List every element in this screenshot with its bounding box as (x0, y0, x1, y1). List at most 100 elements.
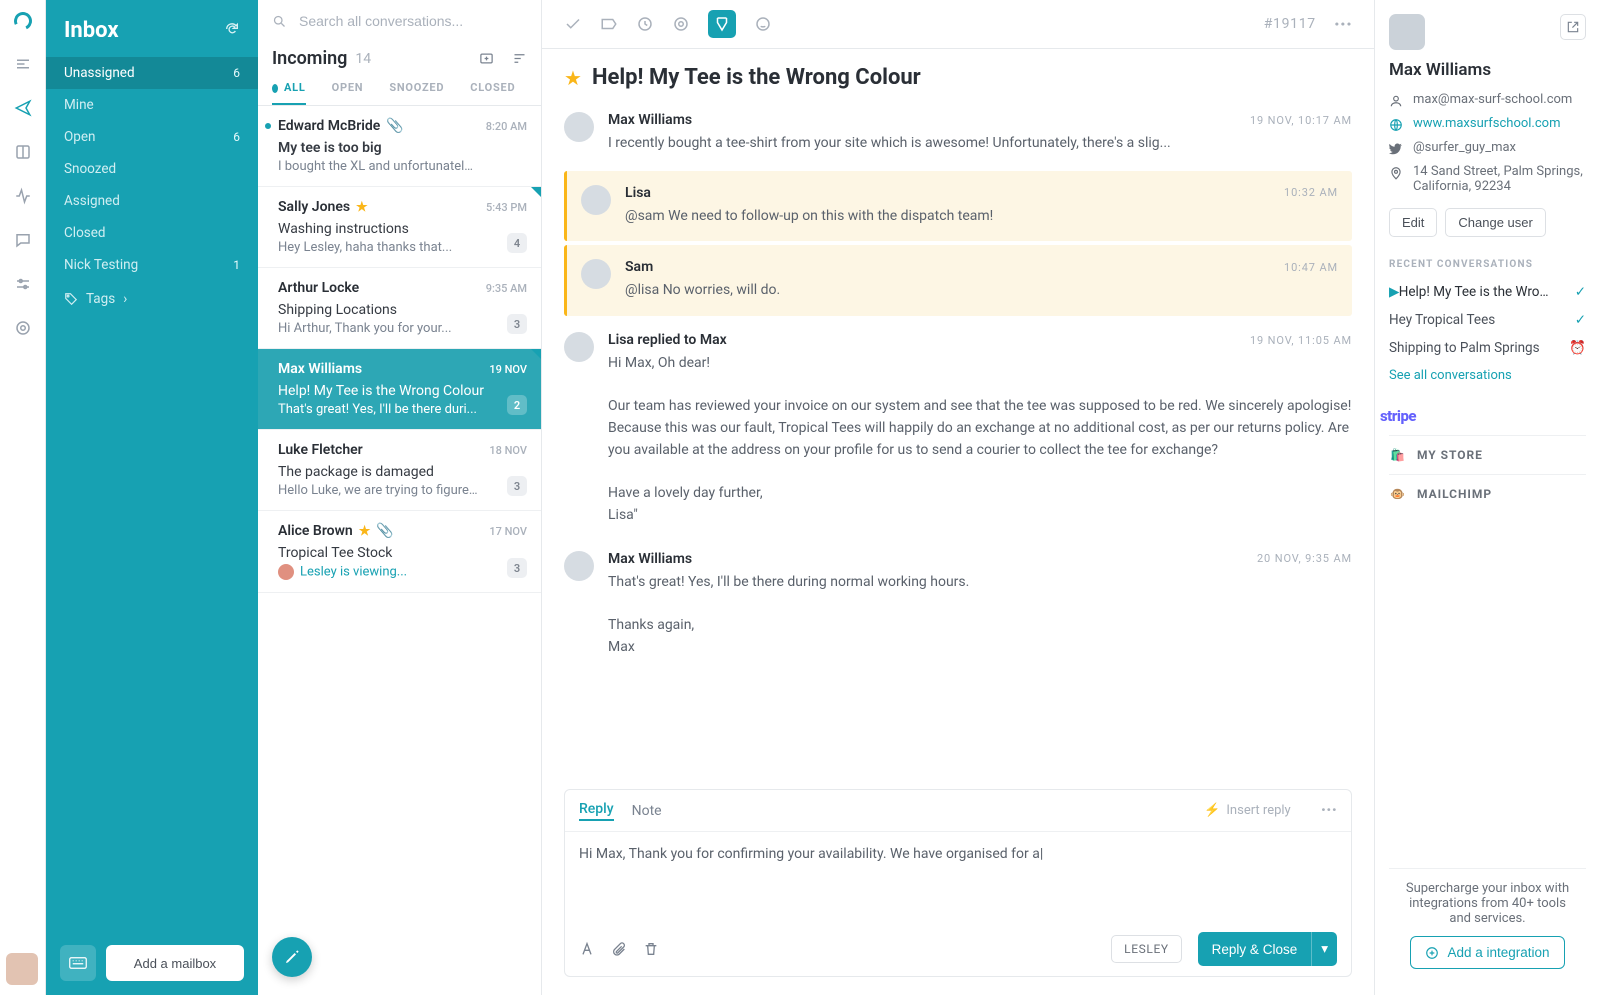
integration-row[interactable]: 🛍️MY STORE (1389, 435, 1586, 474)
reply-count-badge: 2 (507, 395, 527, 415)
current-user-avatar[interactable] (6, 953, 38, 985)
clip-icon: 📎 (386, 118, 403, 134)
reply-textarea[interactable]: Hi Max, Thank you for confirming your av… (565, 832, 1351, 922)
sidebar-folder[interactable]: Unassigned6 (46, 57, 258, 89)
list-tab[interactable]: CLOSED (470, 81, 515, 105)
customer-site-row[interactable]: www.maxsurfschool.com (1389, 112, 1586, 136)
reply-box: Reply Note ⚡ Insert reply ··· Hi Max, Th… (564, 789, 1352, 977)
sidebar-folder[interactable]: Mine (46, 89, 258, 121)
pin-icon (1389, 166, 1403, 180)
star-icon: ★ (359, 524, 371, 539)
reply-count-badge: 4 (507, 233, 527, 253)
activity-icon[interactable] (13, 186, 33, 206)
unread-dot (265, 123, 271, 129)
integration-row[interactable]: stripe (1389, 397, 1586, 435)
trash-icon[interactable] (643, 941, 659, 957)
send-icon[interactable] (13, 98, 33, 118)
sort-icon[interactable] (512, 51, 527, 66)
list-tabs: ALL OPEN SNOOZED CLOSED (258, 69, 541, 106)
sidebar-folder[interactable]: Open6 (46, 121, 258, 153)
eye-icon[interactable] (672, 15, 690, 33)
conversation-item[interactable]: Arthur Locke9:35 AMShipping LocationsHi … (258, 268, 541, 349)
reply-count-badge: 3 (507, 314, 527, 334)
book-icon[interactable] (13, 142, 33, 162)
reply-tab[interactable]: Reply (579, 801, 614, 821)
reply-count-badge: 3 (507, 476, 527, 496)
app-rail (0, 0, 46, 995)
twitter-icon (1389, 142, 1403, 156)
mailchimp-logo: 🐵 (1389, 485, 1407, 503)
sidebar-folder[interactable]: Closed (46, 217, 258, 249)
recent-conversation[interactable]: Hey Tropical Tees✓ (1389, 306, 1586, 334)
globe-icon (1389, 118, 1403, 132)
more-icon[interactable]: ··· (1334, 12, 1352, 36)
customer-twitter-row[interactable]: @surfer_guy_max (1389, 136, 1586, 160)
recent-conversation[interactable]: ▶ Help! My Tee is the Wron...✓ (1389, 278, 1586, 306)
sidebar-folder[interactable]: Snoozed (46, 153, 258, 185)
edit-customer-button[interactable]: Edit (1389, 208, 1437, 237)
emoji-icon[interactable] (754, 15, 772, 33)
user-icon (1389, 94, 1403, 108)
clip-icon: 📎 (376, 523, 393, 539)
label-icon[interactable] (600, 15, 618, 33)
add-mailbox-button[interactable]: Add a mailbox (106, 945, 244, 981)
tags-row[interactable]: Tags › (46, 281, 258, 317)
play-icon: ▶ (1389, 284, 1399, 300)
add-integration-button[interactable]: Add a integration (1410, 936, 1564, 969)
conversation-item[interactable]: Edward McBride 📎8:20 AMMy tee is too big… (258, 106, 541, 187)
note-tab[interactable]: Note (632, 803, 662, 819)
conversation-item[interactable]: Alice Brown ★ 📎17 NOVTropical Tee StockL… (258, 511, 541, 593)
popout-icon[interactable] (1560, 14, 1586, 40)
check-icon: ✓ (1575, 284, 1586, 300)
conversation-item[interactable]: Luke Fletcher18 NOVThe package is damage… (258, 430, 541, 511)
change-user-button[interactable]: Change user (1445, 208, 1545, 237)
avatar (581, 185, 611, 215)
alarm-icon: ⏰ (1569, 340, 1586, 356)
list-tab[interactable]: SNOOZED (389, 81, 444, 105)
list-tab[interactable]: OPEN (332, 81, 364, 105)
target-icon[interactable] (13, 318, 33, 338)
avatar (564, 551, 594, 581)
integration-row[interactable]: 🐵MAILCHIMP (1389, 474, 1586, 513)
format-icon[interactable] (579, 941, 595, 957)
search-row (258, 0, 541, 42)
message: Max Williams20 NOV, 9:35 AMThat's great!… (564, 539, 1352, 671)
send-dropdown-icon[interactable]: ▾ (1311, 932, 1337, 966)
signature-picker[interactable]: LESLEY (1111, 935, 1182, 963)
list-count: 14 (355, 51, 371, 67)
send-button[interactable]: Reply & Close (1198, 932, 1312, 966)
sidebar-folder[interactable]: Assigned (46, 185, 258, 217)
chat-icon[interactable] (13, 230, 33, 250)
assign-icon[interactable] (708, 10, 736, 38)
done-icon[interactable] (564, 15, 582, 33)
menu-icon[interactable] (13, 54, 33, 74)
conversation-list: Incoming 14 ALLOPENSNOOZEDCLOSED Edward … (258, 0, 542, 995)
recent-conversation[interactable]: Shipping to Palm Springs⏰ (1389, 334, 1586, 362)
list-tab[interactable]: ALL (272, 81, 306, 105)
viewer-avatar (278, 564, 294, 580)
compose-fab[interactable] (272, 937, 312, 977)
conversation-item[interactable]: Max Williams19 NOVHelp! My Tee is the Wr… (258, 349, 541, 430)
attach-icon[interactable] (611, 941, 627, 957)
internal-note: Sam10:47 AM@lisa No worries, will do. (564, 245, 1352, 316)
search-input[interactable] (297, 12, 527, 30)
sidebar-folder[interactable]: Nick Testing1 (46, 249, 258, 281)
insert-reply[interactable]: ⚡ Insert reply (1204, 803, 1291, 818)
settings-icon[interactable] (13, 274, 33, 294)
snooze-icon[interactable] (636, 15, 654, 33)
reply-more-icon[interactable]: ··· (1321, 800, 1337, 821)
star-icon: ★ (356, 200, 368, 215)
see-all-link[interactable]: See all conversations (1389, 368, 1586, 383)
avatar (581, 259, 611, 289)
star-icon[interactable]: ★ (564, 66, 582, 90)
avatar (564, 112, 594, 142)
conversation-item[interactable]: Sally Jones ★5:43 PMWashing instructions… (258, 187, 541, 268)
stripe-logo: stripe (1389, 407, 1407, 425)
message: Max Williams19 NOV, 10:17 AMI recently b… (564, 100, 1352, 167)
thread-toolbar: #19117 ··· (542, 0, 1374, 49)
refresh-icon[interactable] (224, 21, 240, 41)
message: Lisa10:32 AM@sam We need to follow-up on… (581, 181, 1338, 232)
keyboard-button[interactable] (60, 945, 96, 981)
add-to-folder-icon[interactable] (479, 51, 494, 66)
tags-label: Tags (86, 291, 115, 307)
